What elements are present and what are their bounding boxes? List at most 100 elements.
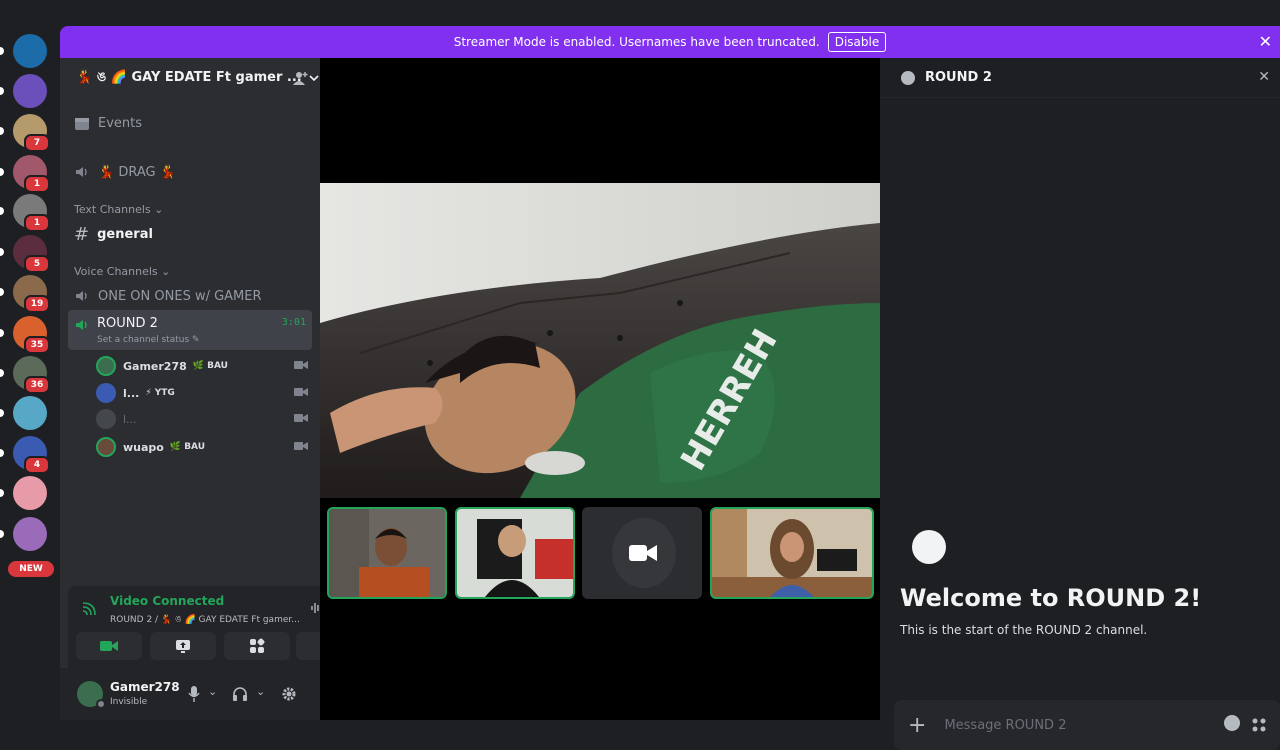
connection-status: Video Connected (110, 594, 225, 608)
message-input[interactable] (942, 716, 1203, 734)
unread-indicator (0, 47, 4, 55)
emoji-icon[interactable] (1224, 715, 1240, 731)
voice-member[interactable]: Gamer278 🌿 BAU (96, 355, 308, 377)
unread-indicator (0, 449, 4, 457)
participant-tile[interactable] (582, 507, 702, 599)
voice-member[interactable]: wuapo 🌿 BAU (96, 436, 308, 458)
gear-icon[interactable] (281, 686, 297, 702)
chevron-down-icon[interactable]: ⌄ (208, 685, 217, 698)
user-panel: Gamer278 Invisible ⌄ ⌄ (60, 668, 320, 720)
channel-sidebar: 💃 ঙ 🌈 GAY EDATE Ft gamer ... Events 💃 DR… (60, 58, 368, 720)
text-channel-general[interactable]: # general (68, 224, 312, 245)
server-icon[interactable]: 4 (13, 436, 50, 474)
speaker-icon (76, 320, 87, 330)
mention-badge: 19 (24, 295, 50, 313)
unread-indicator (0, 409, 4, 417)
username: Gamer278 (110, 680, 180, 694)
voice-member[interactable]: l... (96, 408, 308, 430)
chat-body: Welcome to ROUND 2! This is the start of… (880, 98, 1280, 750)
unread-indicator (0, 207, 4, 215)
server-icon[interactable] (13, 396, 47, 430)
server-avatar (13, 476, 47, 510)
server-icon[interactable] (13, 34, 47, 68)
channel-status-link[interactable]: Set a channel status ✎ (97, 335, 200, 345)
calendar-icon (75, 118, 89, 130)
events-link[interactable]: Events (68, 114, 312, 132)
message-composer: + (894, 700, 1280, 750)
add-attachment-icon[interactable]: + (908, 713, 926, 738)
member-tag: 🌿 BAU (192, 361, 228, 371)
events-label: Events (98, 115, 143, 131)
server-icon[interactable] (13, 476, 47, 510)
mention-badge: 1 (24, 175, 50, 193)
banner-text: Streamer Mode is enabled. Usernames have… (453, 35, 820, 49)
user-status: Invisible (110, 697, 148, 707)
speaker-icon (76, 167, 87, 177)
participant-tile[interactable] (327, 507, 447, 599)
voice-channel-drag[interactable]: 💃 DRAG 💃 (68, 163, 312, 181)
member-name: l... (123, 412, 137, 426)
text-channels-category[interactable]: Text Channels ⌄ (74, 203, 163, 216)
voice-timer: 3:01 (281, 317, 306, 328)
participant-tile[interactable] (455, 507, 575, 599)
close-icon[interactable]: ✕ (1258, 69, 1270, 85)
server-icon[interactable]: 35 (13, 316, 50, 354)
connection-location[interactable]: ROUND 2 / 💃 ঙ 🌈 GAY EDATE Ft gamer... (110, 612, 300, 627)
round-2-label: ROUND 2 (97, 316, 158, 331)
server-header[interactable]: 💃 ঙ 🌈 GAY EDATE Ft gamer ... (60, 58, 320, 98)
welcome-intro: This is the start of the ROUND 2 channel… (900, 623, 1148, 637)
server-icon[interactable]: 36 (13, 356, 50, 394)
chat-bubble-icon (901, 70, 915, 85)
channel-status-text: Set a channel status (97, 335, 190, 345)
video-camera-icon (294, 414, 308, 422)
apps-icon[interactable] (1252, 718, 1266, 732)
headphones-icon[interactable] (232, 686, 248, 702)
close-icon[interactable]: ✕ (1259, 32, 1272, 51)
voice-channel-one-on-ones[interactable]: ONE ON ONES w/ GAMER (68, 287, 312, 305)
category-label: Text Channels (74, 203, 151, 216)
chat-title: ROUND 2 (925, 70, 992, 85)
disable-streamer-mode-button[interactable]: Disable (827, 32, 887, 52)
camera-button[interactable] (76, 632, 142, 660)
mention-badge: 35 (24, 336, 50, 354)
unread-indicator (0, 127, 4, 135)
chevron-down-icon: ⌄ (161, 265, 171, 278)
chevron-down-icon[interactable]: ⌄ (256, 685, 265, 698)
server-icon[interactable]: 1 (13, 194, 50, 232)
mention-badge: 1 (24, 214, 50, 232)
avatar (96, 356, 116, 376)
server-icon[interactable]: 5 (13, 235, 50, 273)
member-name: wuapo (123, 440, 164, 454)
main-video-feed[interactable]: HERREH (320, 183, 880, 498)
member-name: l... (123, 386, 140, 400)
activities-button[interactable] (224, 632, 290, 660)
server-icon[interactable] (13, 517, 47, 551)
unread-indicator (0, 87, 4, 95)
chevron-down-icon: ⌄ (154, 203, 164, 216)
participant-video (329, 509, 445, 597)
server-icon[interactable]: 19 (13, 275, 50, 313)
mention-badge: 7 (24, 134, 50, 152)
screen-share-button[interactable] (150, 632, 216, 660)
unread-indicator (0, 530, 4, 538)
voice-channel-label: ONE ON ONES w/ GAMER (98, 288, 262, 304)
unread-indicator (0, 329, 4, 337)
server-icon[interactable] (13, 74, 47, 108)
signal-icon (82, 602, 96, 616)
microphone-icon[interactable] (188, 686, 200, 702)
voice-channels-category[interactable]: Voice Channels ⌄ (74, 265, 170, 278)
unread-indicator (0, 168, 4, 176)
chevron-down-icon (309, 75, 319, 82)
voice-channel-round-2[interactable]: ROUND 2 3:01 Set a channel status ✎ (68, 310, 312, 350)
speaker-icon (76, 291, 87, 301)
video-frame: HERREH (320, 183, 880, 498)
voice-member[interactable]: l... ⚡ YTG (96, 382, 308, 404)
invite-people-icon[interactable] (292, 70, 308, 86)
category-label: Voice Channels (74, 265, 158, 278)
chat-bubble-icon (912, 530, 946, 564)
participant-tile[interactable] (710, 507, 874, 599)
server-icon[interactable]: 1 (13, 155, 50, 193)
server-icon[interactable]: 7 (13, 114, 50, 152)
avatar (96, 409, 116, 429)
new-badge: NEW (8, 561, 54, 577)
